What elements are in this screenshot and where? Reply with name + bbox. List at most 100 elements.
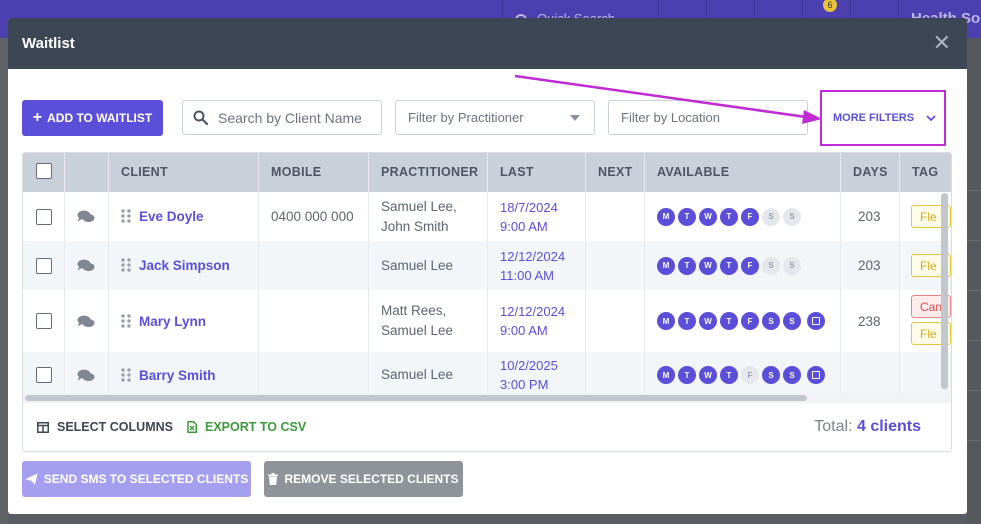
client-name-link[interactable]: Eve Doyle — [139, 209, 204, 224]
row-checkbox[interactable] — [36, 313, 52, 329]
days-cell — [841, 352, 900, 398]
last-time: 9:00 AM — [500, 323, 548, 338]
column-mobile[interactable]: MOBILE — [259, 153, 369, 192]
available-cell: MTWTFSS — [645, 241, 841, 290]
background-divider — [967, 190, 981, 191]
last-appointment-link[interactable]: 10/2/2025 3:00 PM — [500, 356, 558, 394]
horizontal-scrollbar[interactable] — [25, 395, 807, 401]
caret-down-icon — [570, 114, 580, 121]
last-appointment-cell: 12/12/2024 11:00 AM — [488, 241, 586, 290]
column-days[interactable]: DAYS — [841, 153, 900, 192]
availability-day: F — [741, 256, 759, 275]
comments-icon[interactable] — [77, 210, 95, 223]
message-cell — [65, 290, 109, 352]
remove-clients-button[interactable]: REMOVE SELECTED CLIENTS — [264, 461, 463, 497]
availability-day: M — [657, 207, 675, 226]
search-box[interactable] — [182, 100, 382, 135]
background-divider — [967, 390, 981, 391]
last-appointment-link[interactable]: 12/12/2024 9:00 AM — [500, 302, 565, 340]
table-row: Eve Doyle 0400 000 000 Samuel Lee, John Smi… — [23, 192, 951, 241]
availability-day: M — [657, 366, 675, 384]
comments-icon[interactable] — [77, 259, 95, 272]
comments-icon[interactable] — [77, 315, 95, 328]
availability-day: T — [720, 312, 738, 330]
client-name-link[interactable]: Jack Simpson — [139, 258, 230, 273]
filter-location-select[interactable]: Filter by Location — [608, 100, 808, 135]
practitioner-cell: Samuel Lee, John Smith — [369, 192, 488, 241]
table-row: Jack Simpson Samuel Lee 12/12/2024 11:00 AM… — [23, 241, 951, 290]
drag-handle-icon[interactable] — [121, 258, 131, 273]
last-appointment-cell: 18/7/2024 9:00 AM — [488, 192, 586, 241]
days-waiting: 238 — [858, 313, 881, 329]
filter-practitioner-label: Filter by Practitioner — [408, 110, 524, 125]
days-waiting: 203 — [858, 258, 881, 273]
drag-handle-icon[interactable] — [121, 209, 131, 224]
table-footer: SELECT COLUMNS EXPORT TO CSV Total: 4 cl… — [23, 403, 951, 451]
search-input[interactable] — [218, 109, 368, 126]
client-name-link[interactable]: Mary Lynn — [139, 314, 206, 329]
note-icon[interactable] — [807, 366, 825, 384]
table-header: CLIENT MOBILE PRACTITIONER LAST NEXT AVA… — [23, 153, 951, 192]
mobile-cell: 0400 000 000 — [259, 192, 369, 241]
background-left-column — [0, 38, 8, 524]
availability-day: T — [720, 366, 738, 384]
table-row: Barry Smith Samuel Lee 10/2/2025 3:00 PM M T W… — [23, 352, 951, 398]
available-cell: MTWTFSS — [645, 290, 841, 352]
days-cell: 203 — [841, 241, 900, 290]
vertical-scrollbar[interactable] — [941, 193, 948, 389]
paper-plane-icon — [25, 473, 38, 485]
availability-day: T — [678, 366, 696, 384]
availability-day: S — [783, 207, 801, 226]
column-last[interactable]: LAST — [488, 153, 586, 192]
select-columns-button[interactable]: SELECT COLUMNS — [37, 420, 173, 434]
availability-day: W — [699, 207, 717, 226]
client-name-link[interactable]: Barry Smith — [139, 368, 216, 383]
availability-day: S — [762, 207, 780, 226]
column-practitioner[interactable]: PRACTITIONER — [369, 153, 488, 192]
availability-day: T — [678, 207, 696, 226]
column-client[interactable]: CLIENT — [109, 153, 259, 192]
availability-day: S — [762, 256, 780, 275]
close-icon[interactable]: ✕ — [933, 32, 951, 54]
search-icon — [193, 110, 208, 125]
export-csv-button[interactable]: EXPORT TO CSV — [187, 420, 306, 434]
row-checkbox[interactable] — [36, 367, 52, 383]
drag-handle-icon[interactable] — [121, 367, 131, 383]
waitlist-modal: Waitlist ✕ + ADD TO WAITLIST Filter by P… — [8, 18, 967, 514]
availability-day: F — [741, 207, 759, 226]
comments-icon[interactable] — [77, 369, 95, 382]
last-date: 12/12/2024 — [500, 304, 566, 319]
row-checkbox[interactable] — [36, 208, 52, 225]
practitioner-line: Samuel Lee — [381, 323, 454, 338]
mobile-cell — [259, 290, 369, 352]
filter-practitioner-select[interactable]: Filter by Practitioner — [395, 100, 595, 135]
total-value: 4 clients — [856, 418, 921, 435]
last-appointment-link[interactable]: 18/7/2024 9:00 AM — [500, 198, 558, 236]
waitlist-table: CLIENT MOBILE PRACTITIONER LAST NEXT AVA… — [22, 152, 952, 452]
last-time: 11:00 AM — [500, 267, 554, 283]
client-cell: Eve Doyle — [109, 192, 259, 241]
last-time: 9:00 AM — [500, 218, 548, 234]
more-filters-button[interactable]: MORE FILTERS — [820, 90, 946, 146]
availability-day: T — [678, 312, 696, 330]
last-appointment-link[interactable]: 12/12/2024 11:00 AM — [500, 247, 565, 285]
header-select-cell — [23, 153, 65, 192]
availability-day: S — [762, 366, 780, 384]
availability-day: W — [699, 366, 717, 384]
note-icon[interactable] — [807, 312, 825, 330]
drag-handle-icon[interactable] — [121, 313, 131, 329]
column-next[interactable]: NEXT — [586, 153, 645, 192]
availability-day: T — [720, 207, 738, 226]
send-sms-label: SEND SMS TO SELECTED CLIENTS — [43, 472, 249, 486]
column-available[interactable]: AVAILABLE — [645, 153, 841, 192]
row-checkbox[interactable] — [36, 257, 52, 274]
availability-day: F — [741, 366, 759, 384]
availability-day: S — [783, 256, 801, 275]
plus-icon: + — [32, 109, 43, 126]
add-to-waitlist-button[interactable]: + ADD TO WAITLIST — [22, 100, 163, 136]
file-excel-icon — [187, 421, 197, 433]
send-sms-button[interactable]: SEND SMS TO SELECTED CLIENTS — [22, 461, 251, 497]
select-all-checkbox[interactable] — [36, 163, 52, 179]
availability-day: T — [720, 256, 738, 275]
column-tag[interactable]: TAG — [900, 153, 951, 192]
